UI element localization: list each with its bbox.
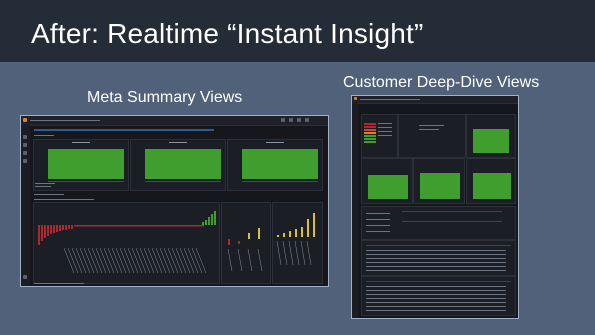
dashboard-title-text <box>30 120 100 121</box>
alert-icon <box>23 159 27 163</box>
customer-deep-dive-screenshot <box>351 95 519 319</box>
summary-panel-2 <box>130 139 226 191</box>
small-bar-panel-1 <box>221 202 271 284</box>
dashboard-toolbar <box>21 116 328 126</box>
dashboards-icon <box>23 143 27 147</box>
green-panel-mid-3 <box>466 158 516 204</box>
summary-panel-3 <box>227 139 323 191</box>
small-bar-svg-1 <box>227 228 263 272</box>
slide-title: After: Realtime “Instant Insight” <box>31 18 424 49</box>
deep-dive-toolbar <box>352 96 518 104</box>
green-panel-top <box>466 114 516 158</box>
heatmap-svg <box>364 123 392 143</box>
x-axis-labels <box>63 247 207 274</box>
row-header-summary <box>34 135 54 136</box>
dashboard-sidebar <box>21 125 30 286</box>
info-panel <box>398 114 466 158</box>
detail-table-panel <box>361 276 516 316</box>
app-logo-icon <box>23 118 27 122</box>
deep-dive-sidebar <box>352 103 358 318</box>
small-bar-svg-2 <box>276 213 315 266</box>
time-picker-icon <box>281 118 285 122</box>
variable-filter-row <box>34 129 214 131</box>
small-bar-panel-2 <box>272 202 323 284</box>
app-logo-icon <box>354 97 357 100</box>
explore-icon <box>23 151 27 155</box>
legend-text <box>35 183 55 184</box>
meta-summary-caption: Meta Summary Views <box>87 89 243 106</box>
bar-chart-svg <box>38 211 216 274</box>
row-header-details <box>34 194 64 195</box>
meta-summary-dashboard-screenshot <box>20 115 329 287</box>
panel-title-text <box>34 199 94 200</box>
green-bars <box>202 211 216 225</box>
filters-table-panel <box>361 206 516 240</box>
red-bars <box>38 225 204 245</box>
search-icon <box>23 135 27 139</box>
title-bar: After: Realtime “Instant Insight” <box>0 0 595 62</box>
footer-row-text <box>34 283 84 284</box>
settings-icon <box>305 118 309 122</box>
zoom-out-icon <box>297 118 301 122</box>
green-panel-mid-1 <box>361 158 413 204</box>
legend-text <box>35 186 51 187</box>
deep-dive-title-text <box>360 99 420 100</box>
heatmap-panel <box>361 114 398 158</box>
customer-deep-dive-caption: Customer Deep-Dive Views <box>343 74 540 91</box>
customer-table-panel <box>361 240 516 276</box>
slide: After: Realtime “Instant Insight” Meta S… <box>0 0 595 335</box>
refresh-icon <box>289 118 293 122</box>
help-icon <box>23 275 27 279</box>
green-panel-mid-2 <box>413 158 465 204</box>
bar-chart-panel <box>33 202 220 284</box>
